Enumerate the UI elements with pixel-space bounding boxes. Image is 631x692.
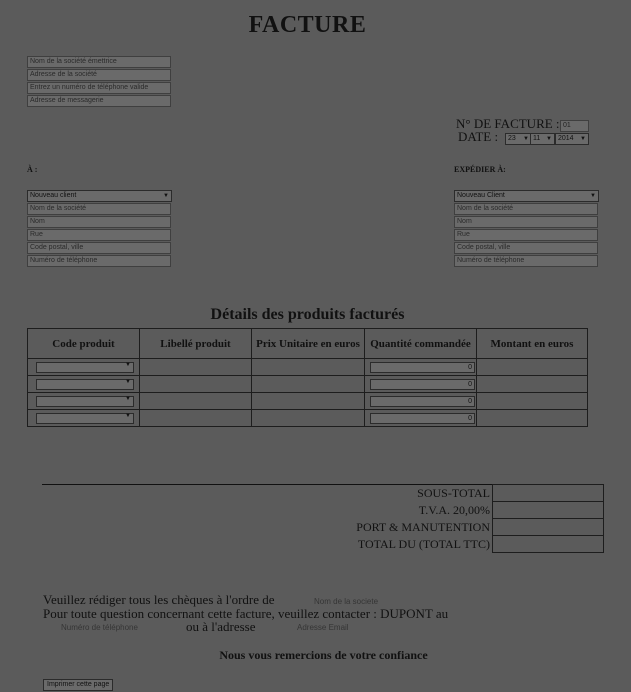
product-qty-cell: 0 — [364, 392, 477, 410]
quantity-input[interactable]: 0 — [370, 413, 475, 424]
thanks-text: Nous vous remercions de votre confiance — [219, 648, 428, 662]
col-price-header: Prix Unitaire en euros — [251, 328, 365, 359]
col-amount-header: Montant en euros — [476, 328, 588, 359]
chevron-down-icon: ▼ — [523, 136, 529, 142]
shipping-label: PORT & MANUTENTION — [356, 519, 490, 534]
subtotal-label: SOUS-TOTAL — [417, 485, 490, 500]
table-row: ▼ 0 — [27, 358, 588, 376]
product-code-select[interactable]: ▼ — [36, 413, 134, 424]
product-code-cell: ▼ — [27, 358, 140, 376]
product-price-cell[interactable] — [251, 358, 365, 376]
vat-label: T.V.A. 20,00% — [418, 502, 490, 517]
product-label-cell[interactable] — [139, 375, 252, 393]
date-day-select[interactable]: 23 ▼ — [505, 133, 532, 145]
to-phone-field[interactable]: Numéro de téléphone — [27, 255, 171, 267]
contact-email-field[interactable]: Adresse Email — [297, 623, 349, 632]
or-address-text: ou à l'adresse — [186, 619, 256, 634]
checks-payee-field[interactable]: Nom de la societe — [314, 597, 378, 606]
product-code-select[interactable]: ▼ — [36, 396, 134, 407]
table-row: ▼ 0 — [27, 392, 588, 410]
ship-to-name-field[interactable]: Nom — [454, 216, 598, 228]
quantity-input[interactable]: 0 — [370, 379, 475, 390]
col-label-header: Libellé produit — [139, 328, 252, 359]
to-street-field[interactable]: Rue — [27, 229, 171, 241]
product-code-select[interactable]: ▼ — [36, 362, 134, 373]
to-name-field[interactable]: Nom — [27, 216, 171, 228]
product-label-cell[interactable] — [139, 409, 252, 427]
issuer-company-field[interactable]: Nom de la société émettrice — [27, 56, 171, 68]
contact-phone-field[interactable]: Numéro de téléphone — [61, 623, 138, 632]
invoice-date-label: DATE : — [458, 129, 499, 144]
chevron-down-icon: ▼ — [125, 379, 131, 385]
product-price-cell[interactable] — [251, 392, 365, 410]
chevron-down-icon: ▼ — [125, 362, 131, 368]
page-title: FACTURE — [248, 12, 367, 38]
table-row: ▼ 0 — [27, 409, 588, 427]
to-company-field[interactable]: Nom de la société — [27, 203, 171, 215]
product-amount-cell — [476, 409, 588, 427]
to-label: À : — [27, 165, 38, 174]
product-code-cell: ▼ — [27, 375, 140, 393]
quantity-input[interactable]: 0 — [370, 396, 475, 407]
ship-to-label: EXPÉDIER À: — [454, 165, 506, 174]
products-section-title: Détails des produits facturés — [210, 306, 405, 323]
chevron-down-icon: ▼ — [546, 136, 552, 142]
product-code-cell: ▼ — [27, 392, 140, 410]
product-qty-cell: 0 — [364, 409, 477, 427]
totals-table: SOUS-TOTAL T.V.A. 20,00% PORT & MANUTENT… — [300, 484, 604, 553]
shipping-value[interactable] — [492, 518, 604, 536]
product-amount-cell — [476, 358, 588, 376]
to-postal-city-field[interactable]: Code postal, ville — [27, 242, 171, 254]
product-qty-cell: 0 — [364, 375, 477, 393]
chevron-down-icon: ▼ — [125, 413, 131, 419]
product-label-cell[interactable] — [139, 392, 252, 410]
print-button[interactable]: Imprimer cette page — [43, 679, 114, 691]
product-price-cell[interactable] — [251, 375, 365, 393]
chevron-down-icon: ▼ — [125, 396, 131, 402]
product-qty-cell: 0 — [364, 358, 477, 376]
ship-to-client-select[interactable]: Nouveau Client ▼ — [454, 190, 599, 202]
ship-to-street-field[interactable]: Rue — [454, 229, 598, 241]
chevron-down-icon: ▼ — [580, 136, 586, 142]
products-table: Code produit Libellé produit Prix Unitai… — [27, 328, 588, 427]
product-code-select[interactable]: ▼ — [36, 379, 134, 390]
quantity-input[interactable]: 0 — [370, 362, 475, 373]
col-qty-header: Quantité commandée — [364, 328, 477, 359]
subtotal-value — [492, 484, 604, 502]
chevron-down-icon: ▼ — [163, 193, 169, 199]
product-label-cell[interactable] — [139, 358, 252, 376]
product-amount-cell — [476, 375, 588, 393]
issuer-email-field[interactable]: Adresse de messagerie — [27, 95, 171, 107]
issuer-address-field[interactable]: Adresse de la société — [27, 69, 171, 81]
date-month-select[interactable]: 11 ▼ — [530, 133, 555, 145]
col-code-header: Code produit — [27, 328, 140, 359]
ship-to-phone-field[interactable]: Numéro de téléphone — [454, 255, 598, 267]
invoice-number-field[interactable]: 01 — [560, 120, 589, 132]
product-price-cell[interactable] — [251, 409, 365, 427]
product-amount-cell — [476, 392, 588, 410]
ship-to-company-field[interactable]: Nom de la société — [454, 203, 598, 215]
total-label: TOTAL DU (TOTAL TTC) — [357, 536, 490, 551]
total-value — [492, 535, 604, 553]
product-code-cell: ▼ — [27, 409, 140, 427]
to-client-select[interactable]: Nouveau client ▼ — [27, 190, 172, 202]
table-row: ▼ 0 — [27, 375, 588, 393]
date-year-select[interactable]: 2014 ▼ — [555, 133, 589, 145]
vat-value — [492, 501, 604, 519]
chevron-down-icon: ▼ — [590, 193, 596, 199]
issuer-phone-field[interactable]: Entrez un numéro de téléphone valide — [27, 82, 171, 94]
ship-to-postal-city-field[interactable]: Code postal, ville — [454, 242, 598, 254]
